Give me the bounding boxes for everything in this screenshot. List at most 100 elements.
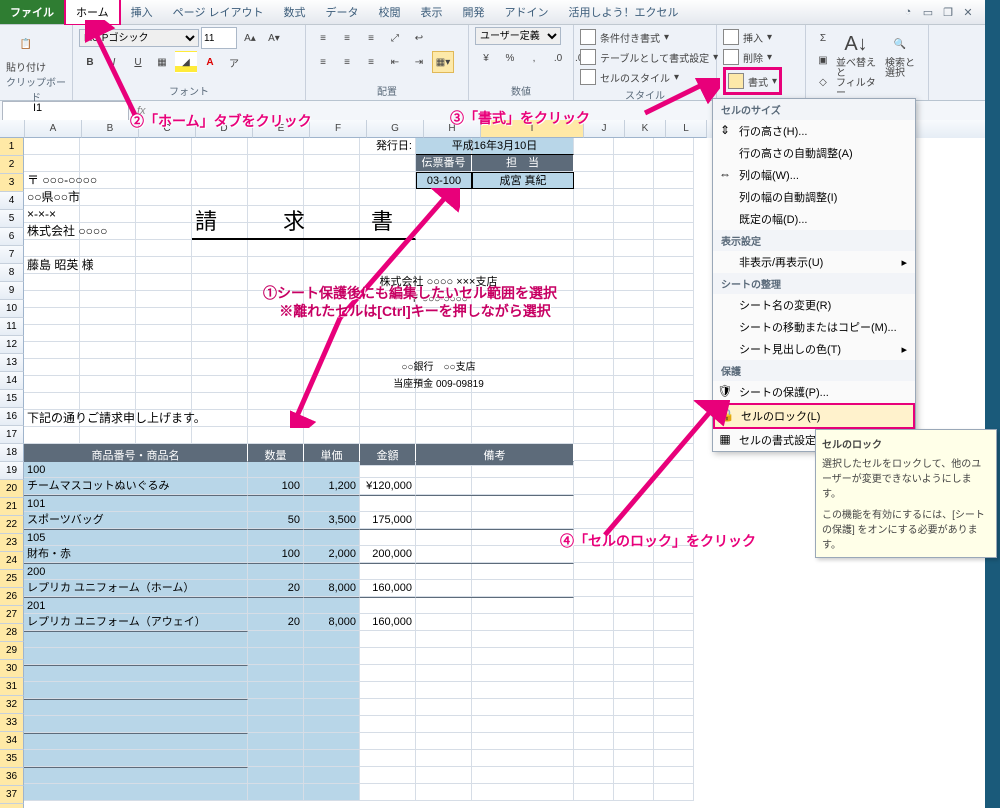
cell[interactable] xyxy=(304,495,360,512)
cell[interactable] xyxy=(248,172,304,189)
cell[interactable] xyxy=(248,427,304,444)
cell[interactable] xyxy=(574,376,614,393)
cell[interactable] xyxy=(614,716,654,733)
cell[interactable] xyxy=(416,665,574,682)
cell[interactable] xyxy=(416,461,574,478)
cell[interactable] xyxy=(654,580,694,597)
cell[interactable] xyxy=(24,308,80,325)
cell[interactable] xyxy=(574,206,614,223)
cell[interactable]: 伝票番号 xyxy=(416,155,472,172)
col-header-[interactable] xyxy=(0,120,25,138)
tab-dev[interactable]: 開発 xyxy=(453,0,495,24)
cell[interactable] xyxy=(614,733,654,750)
cell[interactable] xyxy=(360,784,416,801)
row-header-17[interactable]: 17 xyxy=(0,426,24,444)
tab-formula[interactable]: 数式 xyxy=(274,0,316,24)
row-header-9[interactable]: 9 xyxy=(0,282,24,300)
cell[interactable] xyxy=(574,325,614,342)
cell[interactable] xyxy=(24,648,248,665)
row-header-24[interactable]: 24 xyxy=(0,552,24,570)
orient-icon[interactable]: ⤢ xyxy=(384,27,406,49)
cell[interactable] xyxy=(248,495,304,512)
row-header-32[interactable]: 32 xyxy=(0,696,24,714)
cell[interactable] xyxy=(654,631,694,648)
cell[interactable] xyxy=(614,189,654,206)
cell[interactable]: スポーツバッグ xyxy=(24,512,248,529)
cell[interactable] xyxy=(80,308,136,325)
cell[interactable] xyxy=(360,427,416,444)
cell[interactable] xyxy=(24,138,80,155)
cell[interactable] xyxy=(136,274,192,291)
cell[interactable] xyxy=(360,461,416,478)
cell[interactable] xyxy=(614,291,654,308)
cell[interactable] xyxy=(654,274,694,291)
delete-cells-button[interactable]: 削除 ▾ xyxy=(723,47,772,67)
cell[interactable] xyxy=(654,699,694,716)
cell[interactable] xyxy=(614,325,654,342)
cell[interactable] xyxy=(24,665,248,682)
cell[interactable] xyxy=(654,206,694,223)
grow-font-icon[interactable]: A▴ xyxy=(239,27,261,49)
cell[interactable] xyxy=(654,172,694,189)
cell[interactable]: チームマスコットぬいぐるみ xyxy=(24,478,248,495)
cell[interactable]: 〒 ○○○-○○○○ xyxy=(24,172,248,189)
cell[interactable] xyxy=(192,427,248,444)
cell[interactable] xyxy=(472,240,574,257)
cell[interactable] xyxy=(654,597,694,614)
cell[interactable] xyxy=(574,359,614,376)
cond-format-button[interactable]: 条件付き書式 ▾ xyxy=(580,27,669,47)
cell[interactable] xyxy=(654,784,694,801)
cell[interactable] xyxy=(654,614,694,631)
menu-row-height[interactable]: ⇕行の高さ(H)... xyxy=(713,120,915,142)
cell[interactable] xyxy=(24,393,80,410)
row-header-3[interactable]: 3 xyxy=(0,174,24,192)
cell[interactable] xyxy=(136,138,192,155)
cell[interactable] xyxy=(614,308,654,325)
cell[interactable] xyxy=(24,342,80,359)
insert-cells-button[interactable]: 挿入 ▾ xyxy=(723,27,772,47)
col-header-J[interactable]: J xyxy=(584,120,625,138)
cell[interactable] xyxy=(654,257,694,274)
tab-data[interactable]: データ xyxy=(316,0,369,24)
row-header-34[interactable]: 34 xyxy=(0,732,24,750)
cell[interactable] xyxy=(614,342,654,359)
menu-default-width[interactable]: 既定の幅(D)... xyxy=(713,208,915,230)
cell[interactable]: ○○県○○市 xyxy=(24,189,248,206)
cell[interactable] xyxy=(416,767,574,784)
cell[interactable] xyxy=(80,325,136,342)
phonetic-button[interactable]: ア xyxy=(223,51,245,73)
cell[interactable] xyxy=(574,597,614,614)
row-header-15[interactable]: 15 xyxy=(0,390,24,408)
cell[interactable] xyxy=(136,308,192,325)
row-header-11[interactable]: 11 xyxy=(0,318,24,336)
cell[interactable] xyxy=(574,716,614,733)
cell[interactable] xyxy=(80,359,136,376)
cell[interactable] xyxy=(654,189,694,206)
cell[interactable] xyxy=(614,699,654,716)
row-header-10[interactable]: 10 xyxy=(0,300,24,318)
cell[interactable] xyxy=(248,461,304,478)
row-header-13[interactable]: 13 xyxy=(0,354,24,372)
cell[interactable] xyxy=(574,750,614,767)
cell[interactable]: ¥120,000 xyxy=(360,478,416,495)
cell[interactable] xyxy=(192,138,248,155)
cell[interactable]: 175,000 xyxy=(360,512,416,529)
cell[interactable] xyxy=(360,767,416,784)
cell[interactable] xyxy=(654,138,694,155)
row-header-23[interactable]: 23 xyxy=(0,534,24,552)
cell[interactable] xyxy=(192,155,248,172)
cell[interactable] xyxy=(360,597,416,614)
font-size-input[interactable] xyxy=(201,27,237,49)
cell[interactable] xyxy=(360,682,416,699)
cell[interactable]: 50 xyxy=(248,512,304,529)
cell[interactable] xyxy=(614,682,654,699)
cell[interactable] xyxy=(24,359,80,376)
menu-autofit-row[interactable]: 行の高さの自動調整(A) xyxy=(713,142,915,164)
cell[interactable] xyxy=(24,291,80,308)
tab-review[interactable]: 校閲 xyxy=(369,0,411,24)
cell[interactable] xyxy=(248,155,304,172)
number-format-select[interactable]: ユーザー定義 xyxy=(475,27,561,45)
cell[interactable] xyxy=(574,699,614,716)
cell[interactable] xyxy=(614,597,654,614)
cell[interactable] xyxy=(304,631,360,648)
